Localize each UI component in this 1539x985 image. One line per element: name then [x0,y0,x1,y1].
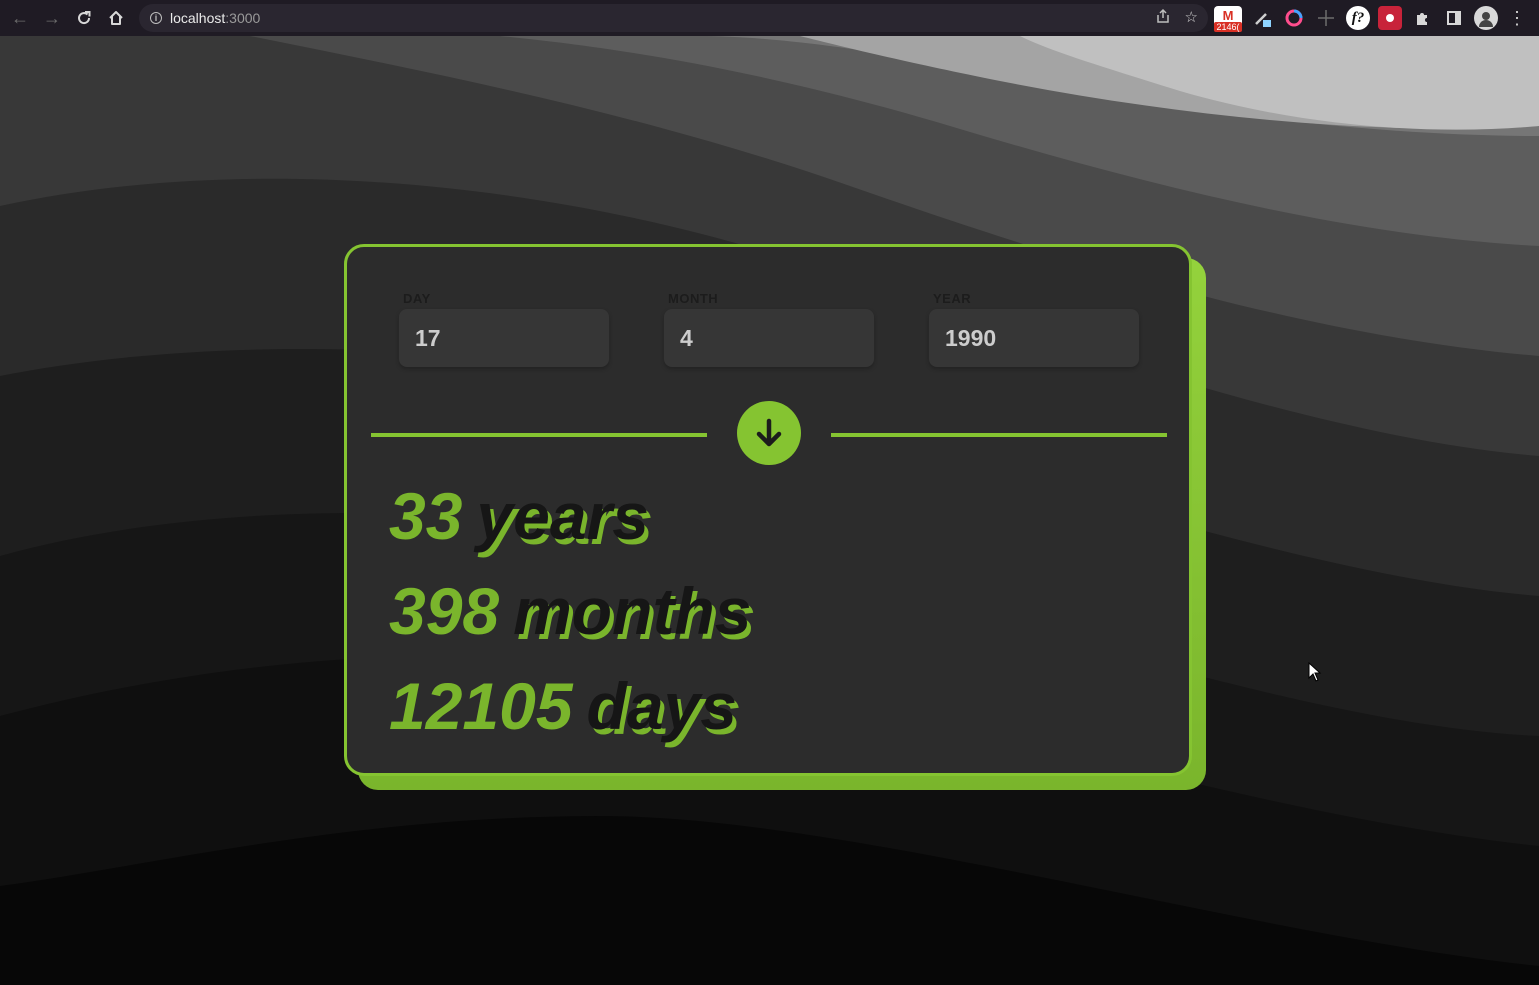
years-unit: years [476,479,649,553]
home-icon[interactable] [100,2,132,34]
url-host: localhost [170,10,226,26]
font-extension-icon[interactable]: f? [1346,6,1370,30]
forward-icon[interactable]: → [36,2,68,34]
bug-extension-icon[interactable] [1378,6,1402,30]
side-panel-icon[interactable] [1442,6,1466,30]
move-extension-icon[interactable] [1314,6,1338,30]
share-icon[interactable] [1155,8,1171,28]
months-unit: months [513,574,752,648]
pen-extension-icon[interactable] [1250,6,1274,30]
reload-icon[interactable] [68,2,100,34]
days-value: 12105 [389,669,573,743]
day-input[interactable]: 17 [399,309,609,367]
day-label: DAY [403,291,431,306]
result-months: 398 months [389,578,751,644]
browser-menu-icon[interactable]: ⋮ [1508,8,1526,29]
month-field: MONTH 4 [664,291,874,367]
arrow-down-icon [756,418,782,447]
divider-right [831,433,1167,437]
url-port: :3000 [225,10,261,26]
year-label: YEAR [933,291,972,306]
address-url: localhost:3000 [170,10,260,26]
bookmark-star-icon[interactable]: ☆ [1185,8,1198,28]
calculate-button[interactable] [737,401,801,465]
months-value: 398 [389,574,500,648]
extensions-puzzle-icon[interactable] [1410,6,1434,30]
page-viewport: DAY 17 MONTH 4 YEAR 1990 33 years 398 mont… [0,36,1539,985]
day-field: DAY 17 [399,291,609,367]
back-icon[interactable]: ← [4,2,36,34]
year-input[interactable]: 1990 [929,309,1139,367]
divider-left [371,433,707,437]
month-label: MONTH [668,291,719,306]
browser-toolbar: ← → i localhost:3000 ☆ M 2146( f? ⋮ [0,0,1539,36]
age-calculator-card: DAY 17 MONTH 4 YEAR 1990 33 years 398 mont… [344,244,1192,776]
mouse-cursor-icon [1308,662,1322,682]
color-wheel-extension-icon[interactable] [1282,6,1306,30]
result-years: 33 years [389,483,649,549]
years-value: 33 [389,479,463,553]
month-input[interactable]: 4 [664,309,874,367]
days-unit: days [586,669,737,743]
result-days: 12105 days [389,673,737,739]
gmail-unread-badge: 2146( [1214,22,1242,32]
site-info-icon[interactable]: i [150,12,162,24]
gmail-extension-icon[interactable]: M 2146( [1214,6,1242,32]
profile-avatar[interactable] [1474,6,1498,30]
address-bar[interactable]: i localhost:3000 ☆ [139,4,1208,32]
year-field: YEAR 1990 [929,291,1139,367]
